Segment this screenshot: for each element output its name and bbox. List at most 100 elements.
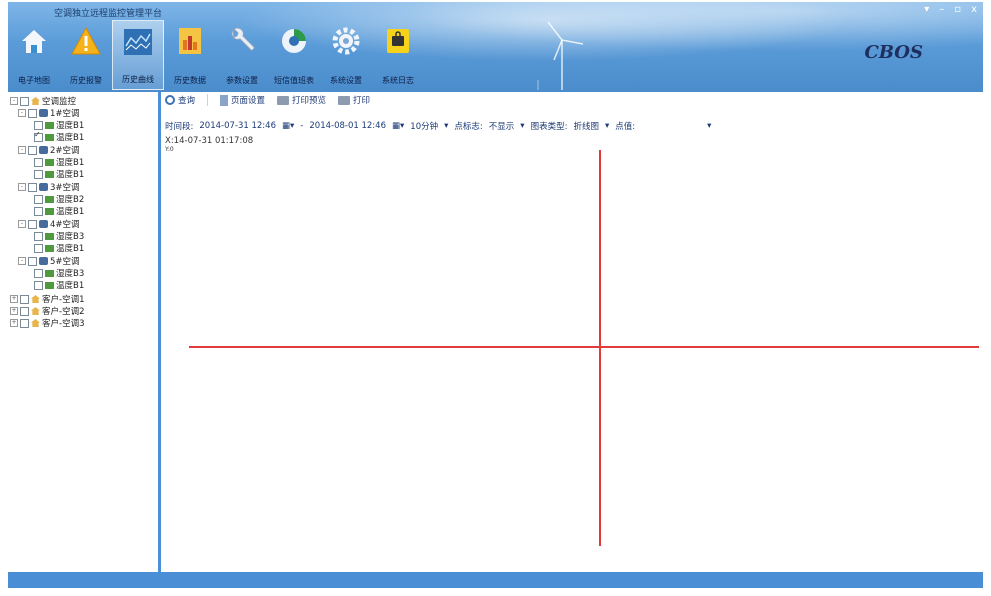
tree-checkbox[interactable]	[28, 219, 37, 229]
app-title: 空调独立远程监控管理平台	[54, 9, 163, 19]
toolbar-history-data[interactable]: 历史数据	[164, 20, 216, 90]
chevron-down-icon[interactable]: ▾	[520, 121, 524, 131]
tree-group-label: 3#空调	[50, 183, 80, 193]
chevron-down-icon[interactable]: ▾	[444, 121, 448, 131]
filter-bar: 时间段: 2014-07-31 12:46 ▦▾ - 2014-08-01 12…	[165, 120, 711, 132]
tree-checkbox[interactable]	[28, 182, 37, 192]
tree-leaf-label: 温度B1	[56, 281, 85, 291]
calendar-dropdown-icon[interactable]: ▦▾	[282, 121, 294, 131]
unit-icon	[39, 220, 48, 228]
toolbar-label: 历史数据	[174, 76, 206, 85]
tree-leaf[interactable]: 温度B1	[34, 242, 84, 254]
tree-leaf-label: 温度B1	[56, 207, 85, 217]
tree-leaf[interactable]: 温度B1	[34, 279, 84, 291]
tree-leaf[interactable]: 湿度B3	[34, 230, 84, 242]
tree-leaf[interactable]: 湿度B1	[34, 119, 84, 131]
tree-leaf[interactable]: 湿度B1	[34, 156, 84, 168]
collapse-toggle-icon[interactable]: -	[10, 97, 18, 105]
minimize-button[interactable]: –	[939, 4, 944, 15]
tree-checkbox[interactable]	[34, 243, 43, 253]
tree-checkbox-checked[interactable]	[34, 130, 43, 142]
tree-checkbox[interactable]	[28, 145, 37, 155]
tree-leaf[interactable]: 温度B1	[34, 168, 84, 180]
end-datetime-picker[interactable]: 2014-08-01 12:46	[309, 121, 386, 131]
tree-root[interactable]: - 空调监控	[10, 95, 76, 107]
tree-leaf[interactable]: 温度B1	[34, 130, 84, 143]
tree-checkbox[interactable]	[34, 169, 43, 179]
tree-group[interactable]: - 2#空调	[18, 144, 80, 156]
collapse-toggle-icon[interactable]: -	[18, 257, 26, 265]
page-setup-button[interactable]: 页面设置	[220, 94, 265, 106]
tree-checkbox[interactable]	[20, 96, 29, 106]
expand-toggle-icon[interactable]: +	[10, 307, 18, 315]
menu-dropdown-icon[interactable]: ▾	[924, 4, 929, 15]
tree-root-label: 空调监控	[42, 97, 77, 107]
tree-leaf[interactable]: 湿度B3	[34, 267, 84, 279]
tree-group[interactable]: - 4#空调	[18, 218, 80, 230]
interval-select[interactable]: 10分钟	[410, 120, 438, 132]
status-bar	[8, 572, 983, 588]
curve-panel: 查询 页面设置 打印预览 打印 时间段: 2014-07-31 12:46 ▦▾…	[161, 92, 983, 572]
y-readout: Y:0	[165, 146, 174, 153]
tree-group[interactable]: - 1#空调	[18, 107, 80, 119]
chart-type-select[interactable]: 折线图	[573, 120, 599, 132]
print-preview-button[interactable]: 打印预览	[277, 94, 326, 106]
tree-checkbox[interactable]	[34, 157, 43, 167]
toolbar-label: 历史报警	[70, 76, 102, 85]
tree-customer-label: 客户-空调1	[42, 295, 85, 305]
marker-select[interactable]: 不显示	[489, 120, 515, 132]
tree-customer[interactable]: + 客户-空调3	[10, 317, 84, 329]
tree-customer[interactable]: + 客户-空调1	[10, 293, 84, 305]
tree-customer-label: 客户-空调2	[42, 307, 85, 317]
collapse-toggle-icon[interactable]: -	[18, 109, 26, 117]
collapse-toggle-icon[interactable]: -	[18, 220, 26, 228]
toolbar-system-settings[interactable]: 系统设置	[320, 20, 372, 90]
tree-checkbox[interactable]	[34, 194, 43, 204]
tree-checkbox[interactable]	[34, 280, 43, 290]
tree-checkbox[interactable]	[34, 120, 43, 130]
tree-checkbox[interactable]	[20, 294, 29, 304]
tree-checkbox[interactable]	[20, 318, 29, 328]
tree-group-label: 2#空调	[50, 146, 80, 156]
expand-toggle-icon[interactable]: +	[10, 295, 18, 303]
sensor-icon	[45, 232, 54, 240]
tree-checkbox[interactable]	[28, 256, 37, 266]
tree-leaf[interactable]: 湿度B2	[34, 193, 84, 205]
tree-group[interactable]: - 3#空调	[18, 181, 80, 193]
toolbar-history-alarm[interactable]: 历史报警	[60, 20, 112, 90]
curve-plot-area[interactable]	[189, 150, 979, 570]
tree-leaf[interactable]: 温度B1	[34, 205, 84, 217]
query-button[interactable]: 查询	[165, 94, 195, 106]
tree-leaf-label: 湿度B1	[56, 158, 85, 168]
toolbar-param-settings[interactable]: 参数设置	[216, 20, 268, 90]
tree-checkbox[interactable]	[20, 306, 29, 316]
toolbar-e-map[interactable]: 电子地图	[8, 20, 60, 90]
start-datetime-picker[interactable]: 2014-07-31 12:46	[199, 121, 276, 131]
toolbar-system-log[interactable]: 系统日志	[372, 20, 424, 90]
close-button[interactable]: x	[971, 4, 977, 15]
collapse-toggle-icon[interactable]: -	[18, 146, 26, 154]
tree-group-label: 1#空调	[50, 109, 80, 119]
tree-checkbox[interactable]	[28, 108, 37, 118]
toolbar-history-curve[interactable]: 历史曲线	[112, 20, 164, 90]
tree-group[interactable]: - 5#空调	[18, 255, 80, 267]
maximize-button[interactable]: ▫	[954, 4, 961, 15]
toolbar-sms-duty[interactable]: 短信值班表	[268, 20, 320, 90]
collapse-toggle-icon[interactable]: -	[18, 183, 26, 191]
expand-toggle-icon[interactable]: +	[10, 319, 18, 327]
device-tree: - 空调监控 - 1#空调 湿度B1 温度B1 - 2#空调 湿度B1 温度B1	[8, 92, 161, 572]
ribbon-header: 空调独立远程监控管理平台 ▾ – ▫ x CBOS 电子地图 历史报警 历史曲线…	[8, 2, 983, 92]
sensor-icon	[45, 269, 54, 277]
warning-icon	[69, 24, 103, 58]
print-button[interactable]: 打印	[338, 94, 370, 106]
house-icon	[31, 295, 40, 303]
calendar-dropdown-icon[interactable]: ▦▾	[392, 121, 404, 131]
chevron-down-icon[interactable]: ▾	[605, 121, 609, 131]
tree-checkbox[interactable]	[34, 206, 43, 216]
chevron-down-icon[interactable]: ▾	[707, 121, 711, 131]
tree-customer[interactable]: + 客户-空调2	[10, 305, 84, 317]
tree-checkbox[interactable]	[34, 231, 43, 241]
sensor-icon	[45, 207, 54, 215]
print-preview-label: 打印预览	[292, 96, 327, 106]
tree-checkbox[interactable]	[34, 268, 43, 278]
